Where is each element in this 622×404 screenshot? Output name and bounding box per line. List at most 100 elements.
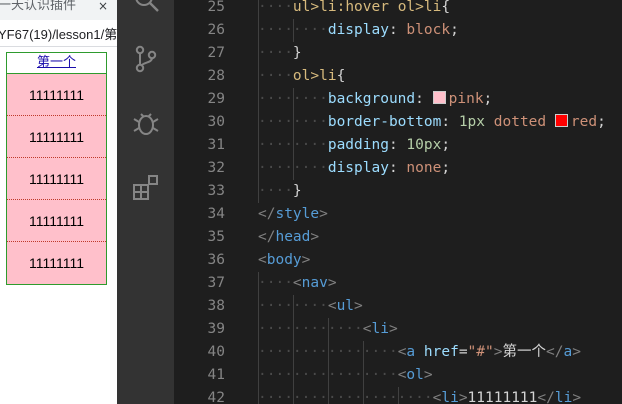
line-number: 37 [207, 275, 225, 291]
indent-guide [292, 134, 294, 157]
indent-guide [258, 42, 259, 65]
menu-item: 第一个 [6, 52, 107, 73]
code-token: : [388, 137, 407, 153]
code-token: < [258, 252, 267, 268]
code-line[interactable]: 39 ············<li> [174, 318, 622, 341]
indent-guide [292, 318, 294, 341]
code-token: display [327, 22, 389, 38]
code-text: ················<ol> [258, 364, 433, 387]
menu-link-first[interactable]: 第一个 [37, 55, 76, 70]
code-text: </style> [258, 203, 328, 226]
indent-guide [397, 387, 399, 404]
code-token: ol [397, 0, 416, 15]
code-token: display [327, 160, 389, 176]
code-text: ····} [258, 180, 302, 203]
submenu-item[interactable]: 11111111 [7, 242, 106, 284]
indent-guide [292, 387, 294, 404]
tab-close-icon[interactable]: × [96, 0, 110, 14]
code-token: href [423, 344, 459, 360]
line-number: 27 [207, 45, 225, 61]
line-number: 41 [207, 367, 225, 383]
submenu-item[interactable]: 11111111 [7, 74, 106, 116]
code-token: > [388, 321, 398, 337]
code-token: > [572, 344, 581, 360]
indent-whitespace: ···················· [258, 390, 433, 404]
indent-guide [258, 0, 259, 19]
browser-tab[interactable]: 一天认识插件 × [0, 0, 117, 20]
code-token: > [572, 390, 582, 404]
code-token: > [423, 367, 433, 383]
code-line[interactable]: 29 ········background: pink; [174, 88, 622, 111]
code-text: </head> [258, 226, 319, 249]
code-token: </ [258, 206, 276, 222]
code-token: red [570, 114, 598, 130]
code-token: style [275, 206, 320, 222]
code-text: ····} [258, 42, 302, 65]
indent-whitespace: ············ [258, 321, 363, 337]
code-text: ········border-bottom: 1px dotted red; [258, 111, 606, 134]
address-url[interactable]: YF67(19)/lesson1/第 [0, 24, 117, 43]
indent-guide [258, 387, 259, 404]
code-token: 11111111 [467, 390, 538, 404]
indent-guide [258, 295, 259, 318]
code-token: { [441, 0, 451, 15]
code-token: nav [301, 275, 328, 291]
code-token: ; [450, 22, 459, 38]
line-number: 42 [207, 390, 225, 404]
code-line[interactable]: 31 ········padding: 10px; [174, 134, 622, 157]
code-token: > [310, 229, 320, 245]
source-control-icon[interactable] [131, 44, 161, 74]
extensions-icon[interactable] [131, 172, 161, 202]
code-token: a [563, 344, 573, 360]
color-swatch[interactable] [554, 114, 568, 127]
submenu-item[interactable]: 11111111 [7, 200, 106, 242]
code-token: ; [597, 114, 606, 130]
indent-guide [362, 387, 364, 404]
code-token: < [292, 275, 302, 291]
submenu-item[interactable]: 11111111 [7, 116, 106, 158]
color-swatch[interactable] [432, 91, 446, 104]
indent-whitespace: ···· [258, 45, 293, 61]
code-line[interactable]: 34 </style> [174, 203, 622, 226]
code-token: li [554, 390, 573, 404]
code-line[interactable]: 38 ········<ul> [174, 295, 622, 318]
line-number: 29 [207, 91, 225, 107]
code-line[interactable]: 26 ········display: block; [174, 19, 622, 42]
indent-whitespace: ···· [258, 68, 293, 84]
code-token: li [319, 68, 337, 84]
code-editor[interactable]: 25 ····ul>li:hover ol>li{26 ········displa… [174, 0, 622, 404]
line-number: 30 [207, 114, 225, 130]
address-bar[interactable]: YF67(19)/lesson1/第 [0, 20, 117, 47]
code-line[interactable]: 35 </head> [174, 226, 622, 249]
debug-icon[interactable] [131, 108, 161, 138]
code-text: <body> [258, 249, 310, 272]
code-text: ········<ul> [258, 295, 363, 318]
code-token: = [458, 344, 468, 360]
code-line[interactable]: 25 ····ul>li:hover ol>li{ [174, 0, 622, 19]
code-line[interactable]: 30 ········border-bottom: 1px dotted red; [174, 111, 622, 134]
indent-guide [362, 364, 364, 387]
code-token: : [415, 91, 433, 107]
search-icon[interactable] [131, 0, 161, 16]
code-line[interactable]: 40 ················<a href="#">第一个</a> [174, 341, 622, 364]
code-line[interactable]: 36 <body> [174, 249, 622, 272]
code-token: border-bottom [327, 114, 442, 130]
code-line[interactable]: 28 ····ol>li{ [174, 65, 622, 88]
code-line[interactable]: 33 ····} [174, 180, 622, 203]
indent-guide [292, 295, 294, 318]
code-token: head [275, 229, 311, 245]
code-token: li:hover [319, 0, 398, 15]
code-line[interactable]: 37 ····<nav> [174, 272, 622, 295]
code-line[interactable]: 27 ····} [174, 42, 622, 65]
code-text: ········display: block; [258, 19, 459, 42]
code-line[interactable]: 41 ················<ol> [174, 364, 622, 387]
code-token: padding [327, 137, 389, 153]
indent-guide [292, 111, 294, 134]
code-token: { [336, 68, 346, 84]
code-line[interactable]: 32 ········display: none; [174, 157, 622, 180]
code-token: > [319, 206, 328, 222]
browser-preview: 一天认识插件 × YF67(19)/lesson1/第 第一个 11111111… [0, 0, 117, 404]
code-token: ; [483, 91, 493, 107]
submenu-item[interactable]: 11111111 [7, 158, 106, 200]
